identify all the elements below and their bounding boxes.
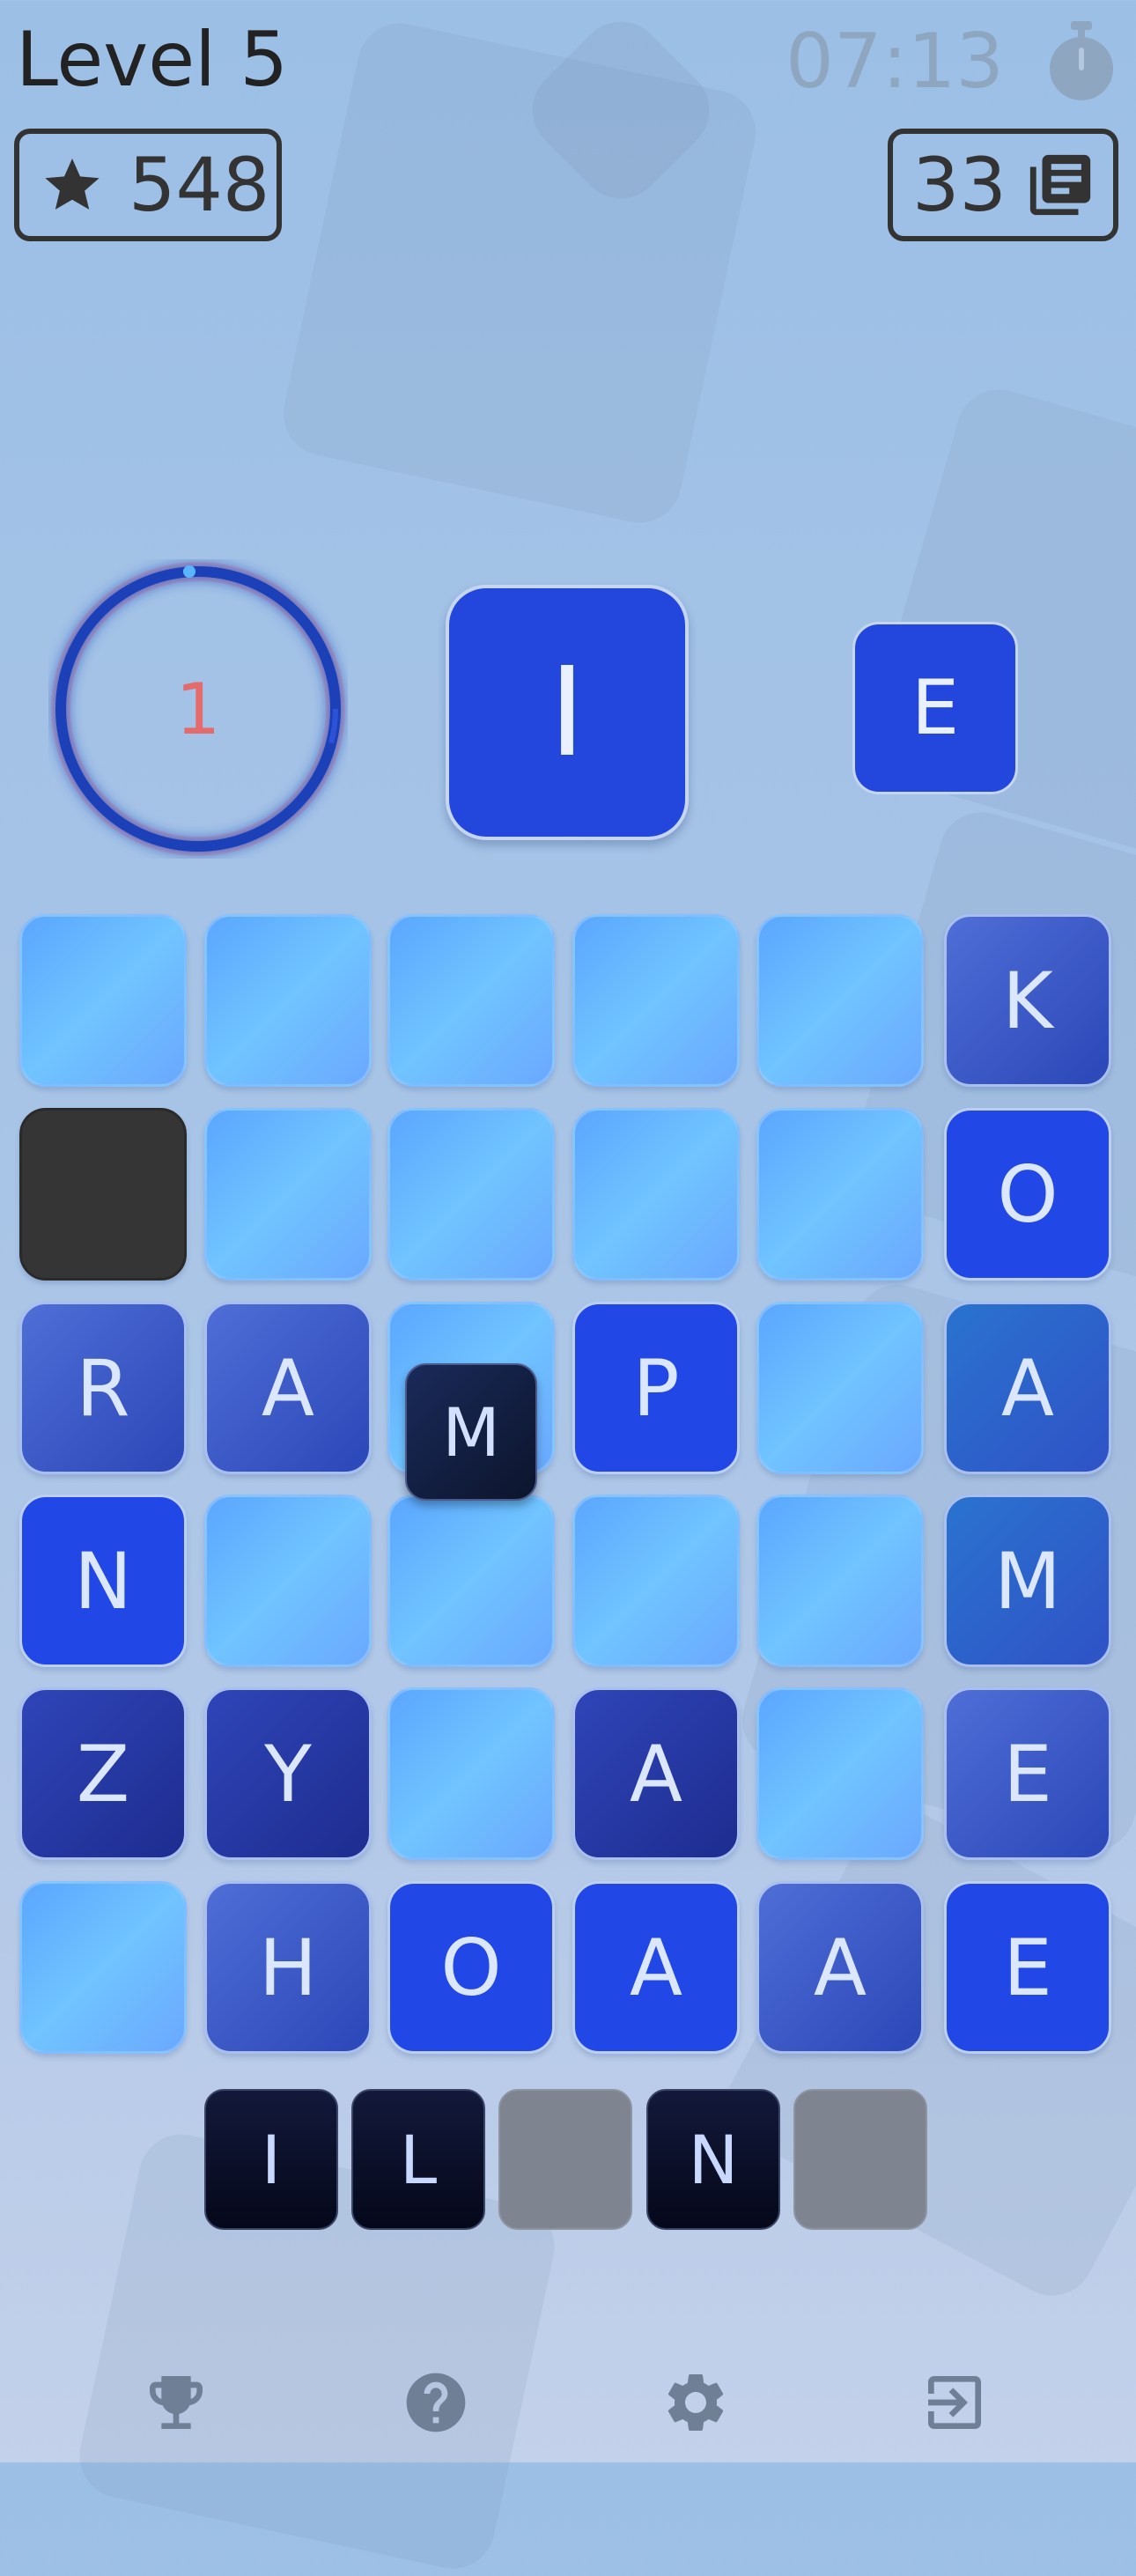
word-slot-l[interactable]: L — [351, 2089, 485, 2230]
word-slot-empty[interactable] — [793, 2089, 927, 2230]
grid-tile-y[interactable]: Y — [204, 1687, 372, 1860]
grid-empty-cell[interactable] — [19, 914, 187, 1087]
grid-tile-p[interactable]: P — [572, 1302, 740, 1474]
grid-empty-cell[interactable] — [387, 1108, 555, 1281]
grid-tile-o[interactable]: O — [387, 1881, 555, 2054]
letter-grid: KORAPANMZYAEHOAAE — [19, 914, 1111, 2059]
grid-blocked-cell[interactable] — [19, 1108, 187, 1281]
grid-empty-cell[interactable] — [387, 1495, 555, 1667]
level-title: Level 5 — [16, 16, 289, 104]
trophy-icon[interactable] — [141, 2367, 211, 2438]
grid-tile-a[interactable]: A — [756, 1881, 924, 2054]
exit-icon[interactable] — [919, 2367, 990, 2438]
grid-empty-cell[interactable] — [756, 1108, 924, 1281]
move-counter: 1 — [175, 668, 221, 750]
dragged-letter-tile[interactable]: M — [405, 1363, 537, 1501]
next-letter-tile[interactable]: E — [852, 622, 1018, 794]
timer-display: 07:13 — [786, 18, 1004, 106]
grid-tile-m[interactable]: M — [944, 1495, 1111, 1667]
grid-tile-r[interactable]: R — [19, 1302, 187, 1474]
cards-stack-icon — [1029, 154, 1091, 216]
grid-tile-e[interactable]: E — [944, 1687, 1111, 1860]
grid-empty-cell[interactable] — [756, 1302, 924, 1474]
grid-empty-cell[interactable] — [204, 1108, 372, 1281]
grid-empty-cell[interactable] — [756, 1687, 924, 1860]
star-icon — [45, 159, 100, 210]
grid-tile-a[interactable]: A — [204, 1302, 372, 1474]
grid-empty-cell[interactable] — [572, 1495, 740, 1667]
grid-empty-cell[interactable] — [572, 914, 740, 1087]
grid-tile-a[interactable]: A — [944, 1302, 1111, 1474]
stopwatch-icon — [1050, 21, 1113, 100]
grid-empty-cell[interactable] — [204, 914, 372, 1087]
grid-empty-cell[interactable] — [19, 1881, 187, 2054]
grid-tile-o[interactable]: O — [944, 1108, 1111, 1281]
grid-tile-n[interactable]: N — [19, 1495, 187, 1667]
grid-tile-k[interactable]: K — [944, 914, 1111, 1087]
settings-icon[interactable] — [660, 2367, 731, 2438]
cards-count: 33 — [912, 142, 1007, 228]
stars-count: 548 — [129, 142, 270, 228]
grid-empty-cell[interactable] — [204, 1495, 372, 1667]
word-slot-empty[interactable] — [498, 2089, 632, 2230]
grid-tile-a[interactable]: A — [572, 1881, 740, 2054]
grid-tile-e[interactable]: E — [944, 1881, 1111, 2054]
word-slot-i[interactable]: I — [204, 2089, 338, 2230]
stars-counter: 548 — [14, 129, 282, 241]
grid-tile-h[interactable]: H — [204, 1881, 372, 2054]
grid-empty-cell[interactable] — [387, 1687, 555, 1860]
grid-empty-cell[interactable] — [387, 914, 555, 1087]
current-letter-tile[interactable]: I — [446, 585, 689, 840]
word-slot-n[interactable]: N — [646, 2089, 780, 2230]
grid-empty-cell[interactable] — [572, 1108, 740, 1281]
grid-tile-a[interactable]: A — [572, 1687, 740, 1860]
help-icon[interactable] — [401, 2367, 471, 2438]
grid-tile-z[interactable]: Z — [19, 1687, 187, 1860]
grid-empty-cell[interactable] — [756, 914, 924, 1087]
grid-empty-cell[interactable] — [756, 1495, 924, 1667]
cards-counter: 33 — [888, 129, 1118, 241]
